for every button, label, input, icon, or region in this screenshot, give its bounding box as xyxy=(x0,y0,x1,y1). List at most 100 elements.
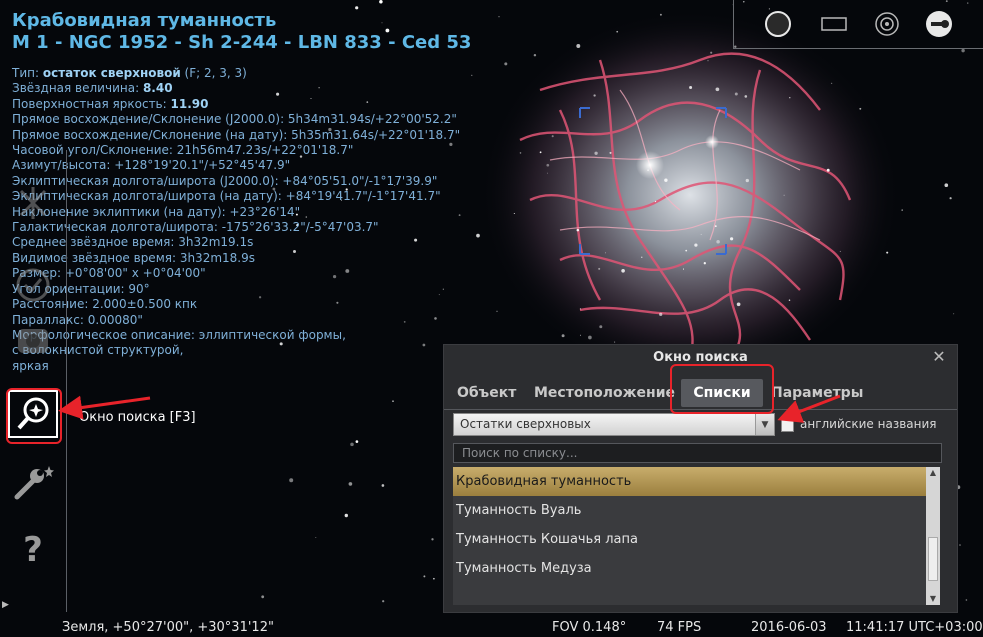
info-label: Поверхностная яркость: xyxy=(12,96,171,111)
star xyxy=(588,335,592,340)
star xyxy=(949,197,952,200)
star xyxy=(381,484,385,487)
star xyxy=(614,341,616,343)
star xyxy=(789,97,791,99)
star xyxy=(654,200,657,203)
star xyxy=(901,209,903,211)
list-select-value: Остатки сверхновых xyxy=(460,417,591,431)
english-names-label: английские названия xyxy=(800,417,937,431)
info-row: Параллакс: 0.00080" xyxy=(12,313,572,328)
info-row: Тип: остаток сверхновой (F; 2, 3, 3) xyxy=(12,66,572,81)
star xyxy=(716,240,720,244)
info-label: Тип: xyxy=(12,66,43,80)
star xyxy=(355,6,359,10)
help-button[interactable]: ? xyxy=(8,526,58,572)
datetime-button[interactable] xyxy=(8,262,58,308)
list-search-input[interactable] xyxy=(454,444,942,462)
star xyxy=(576,228,580,232)
list-item[interactable]: Туманность Кошачья лапа xyxy=(453,525,926,554)
info-row: Расстояние: 2.000±0.500 кпк xyxy=(12,297,572,312)
star xyxy=(599,325,603,329)
info-row: Поверхностная яркость: 11.90 xyxy=(12,97,572,112)
object-name: Крабовидная туманность xyxy=(12,10,277,31)
sky-view-button[interactable] xyxy=(8,318,58,364)
status-fps: 74 FPS xyxy=(657,620,702,635)
datetime-icon xyxy=(16,268,50,302)
star xyxy=(830,82,833,85)
info-label: Эклиптическая долгота/широта (J2000.0): … xyxy=(12,173,438,188)
star xyxy=(621,268,625,273)
object-list[interactable]: Крабовидная туманность Туманность Вуаль … xyxy=(453,467,926,605)
star xyxy=(659,312,663,317)
filled-circle-icon[interactable] xyxy=(763,9,793,39)
info-row: Азимут/высота: +128°19'20.1"/+52°45'47.9… xyxy=(12,158,572,173)
info-row: Видимое звёздное время: 3h32m18.9s xyxy=(12,251,572,266)
info-label: Эклиптическая долгота/широта (на дату): … xyxy=(12,189,441,204)
star xyxy=(344,513,348,518)
english-names-checkbox[interactable] xyxy=(781,419,794,432)
status-time: 11:41:17 UTC+03:00 xyxy=(846,620,983,635)
info-extra: (F; 2, 3, 3) xyxy=(180,66,247,80)
status-location: Земля, +50°27'00", +30°31'12" xyxy=(62,620,274,635)
annotation-box-search-button xyxy=(6,388,62,444)
scroll-thumb[interactable] xyxy=(928,537,938,581)
settings-button[interactable] xyxy=(8,460,58,506)
star xyxy=(348,482,353,486)
list-item[interactable]: Туманность Медуза xyxy=(453,554,926,583)
tab-location[interactable]: Местоположение xyxy=(534,379,675,407)
info-row: Морфологическое описание: эллиптической … xyxy=(12,328,572,343)
star xyxy=(965,599,968,601)
star xyxy=(788,299,791,301)
star xyxy=(315,536,317,539)
star xyxy=(685,249,688,252)
star xyxy=(579,308,581,310)
rectangle-icon[interactable] xyxy=(819,9,849,39)
top-toolbar xyxy=(733,0,983,49)
star xyxy=(641,256,643,258)
star xyxy=(616,30,619,33)
star xyxy=(714,225,717,227)
star xyxy=(744,95,748,98)
star xyxy=(953,313,955,315)
info-row: Прямое восхождение/Склонение (J2000.0): … xyxy=(12,112,572,127)
collapse-arrow-icon[interactable]: ▶ xyxy=(2,600,10,614)
star xyxy=(433,577,435,580)
list-scrollbar[interactable]: ▲ ▼ xyxy=(926,467,940,605)
object-info-rows: Тип: остаток сверхновой (F; 2, 3, 3) Звёз… xyxy=(12,66,572,374)
star xyxy=(682,268,685,270)
star xyxy=(382,600,385,603)
star xyxy=(859,107,862,110)
star xyxy=(355,440,359,443)
info-label: Прямое восхождение/Склонение (J2000.0): … xyxy=(12,112,457,127)
star xyxy=(576,44,581,48)
star xyxy=(839,250,841,252)
list-search-field[interactable] xyxy=(453,443,942,463)
status-fov: FOV 0.148° xyxy=(552,620,627,635)
info-label: Прямое восхождение/Склонение (на дату): … xyxy=(12,127,461,142)
star xyxy=(710,51,713,54)
list-item[interactable]: Туманность Вуаль xyxy=(453,496,926,525)
close-icon[interactable]: ✕ xyxy=(931,349,947,365)
info-row: Наклонение эклиптики (на дату): +23°26'1… xyxy=(12,205,572,220)
star xyxy=(647,169,650,172)
left-toolbar: ? xyxy=(0,150,67,612)
star xyxy=(594,151,598,155)
info-row: Звёздная величина: 8.40 xyxy=(12,81,572,96)
star xyxy=(593,94,596,97)
scroll-down-icon[interactable]: ▼ xyxy=(926,593,940,605)
location-button[interactable] xyxy=(8,180,58,226)
info-row: Эклиптическая долгота/широта (на дату): … xyxy=(12,189,572,204)
list-item[interactable]: Крабовидная туманность xyxy=(453,467,926,496)
star xyxy=(350,442,354,447)
chevron-down-icon[interactable]: ▼ xyxy=(755,414,774,435)
info-row: Эклиптическая долгота/широта (J2000.0): … xyxy=(12,174,572,189)
star xyxy=(664,178,668,182)
scroll-up-icon[interactable]: ▲ xyxy=(926,467,940,479)
target-icon[interactable] xyxy=(872,9,902,39)
tab-parameters[interactable]: Параметры xyxy=(771,379,863,407)
star xyxy=(289,478,294,483)
star xyxy=(736,302,741,307)
list-select[interactable]: Остатки сверхновых ▼ xyxy=(453,413,775,436)
wrench-circle-icon[interactable] xyxy=(924,9,954,39)
tab-object[interactable]: Объект xyxy=(457,379,516,407)
